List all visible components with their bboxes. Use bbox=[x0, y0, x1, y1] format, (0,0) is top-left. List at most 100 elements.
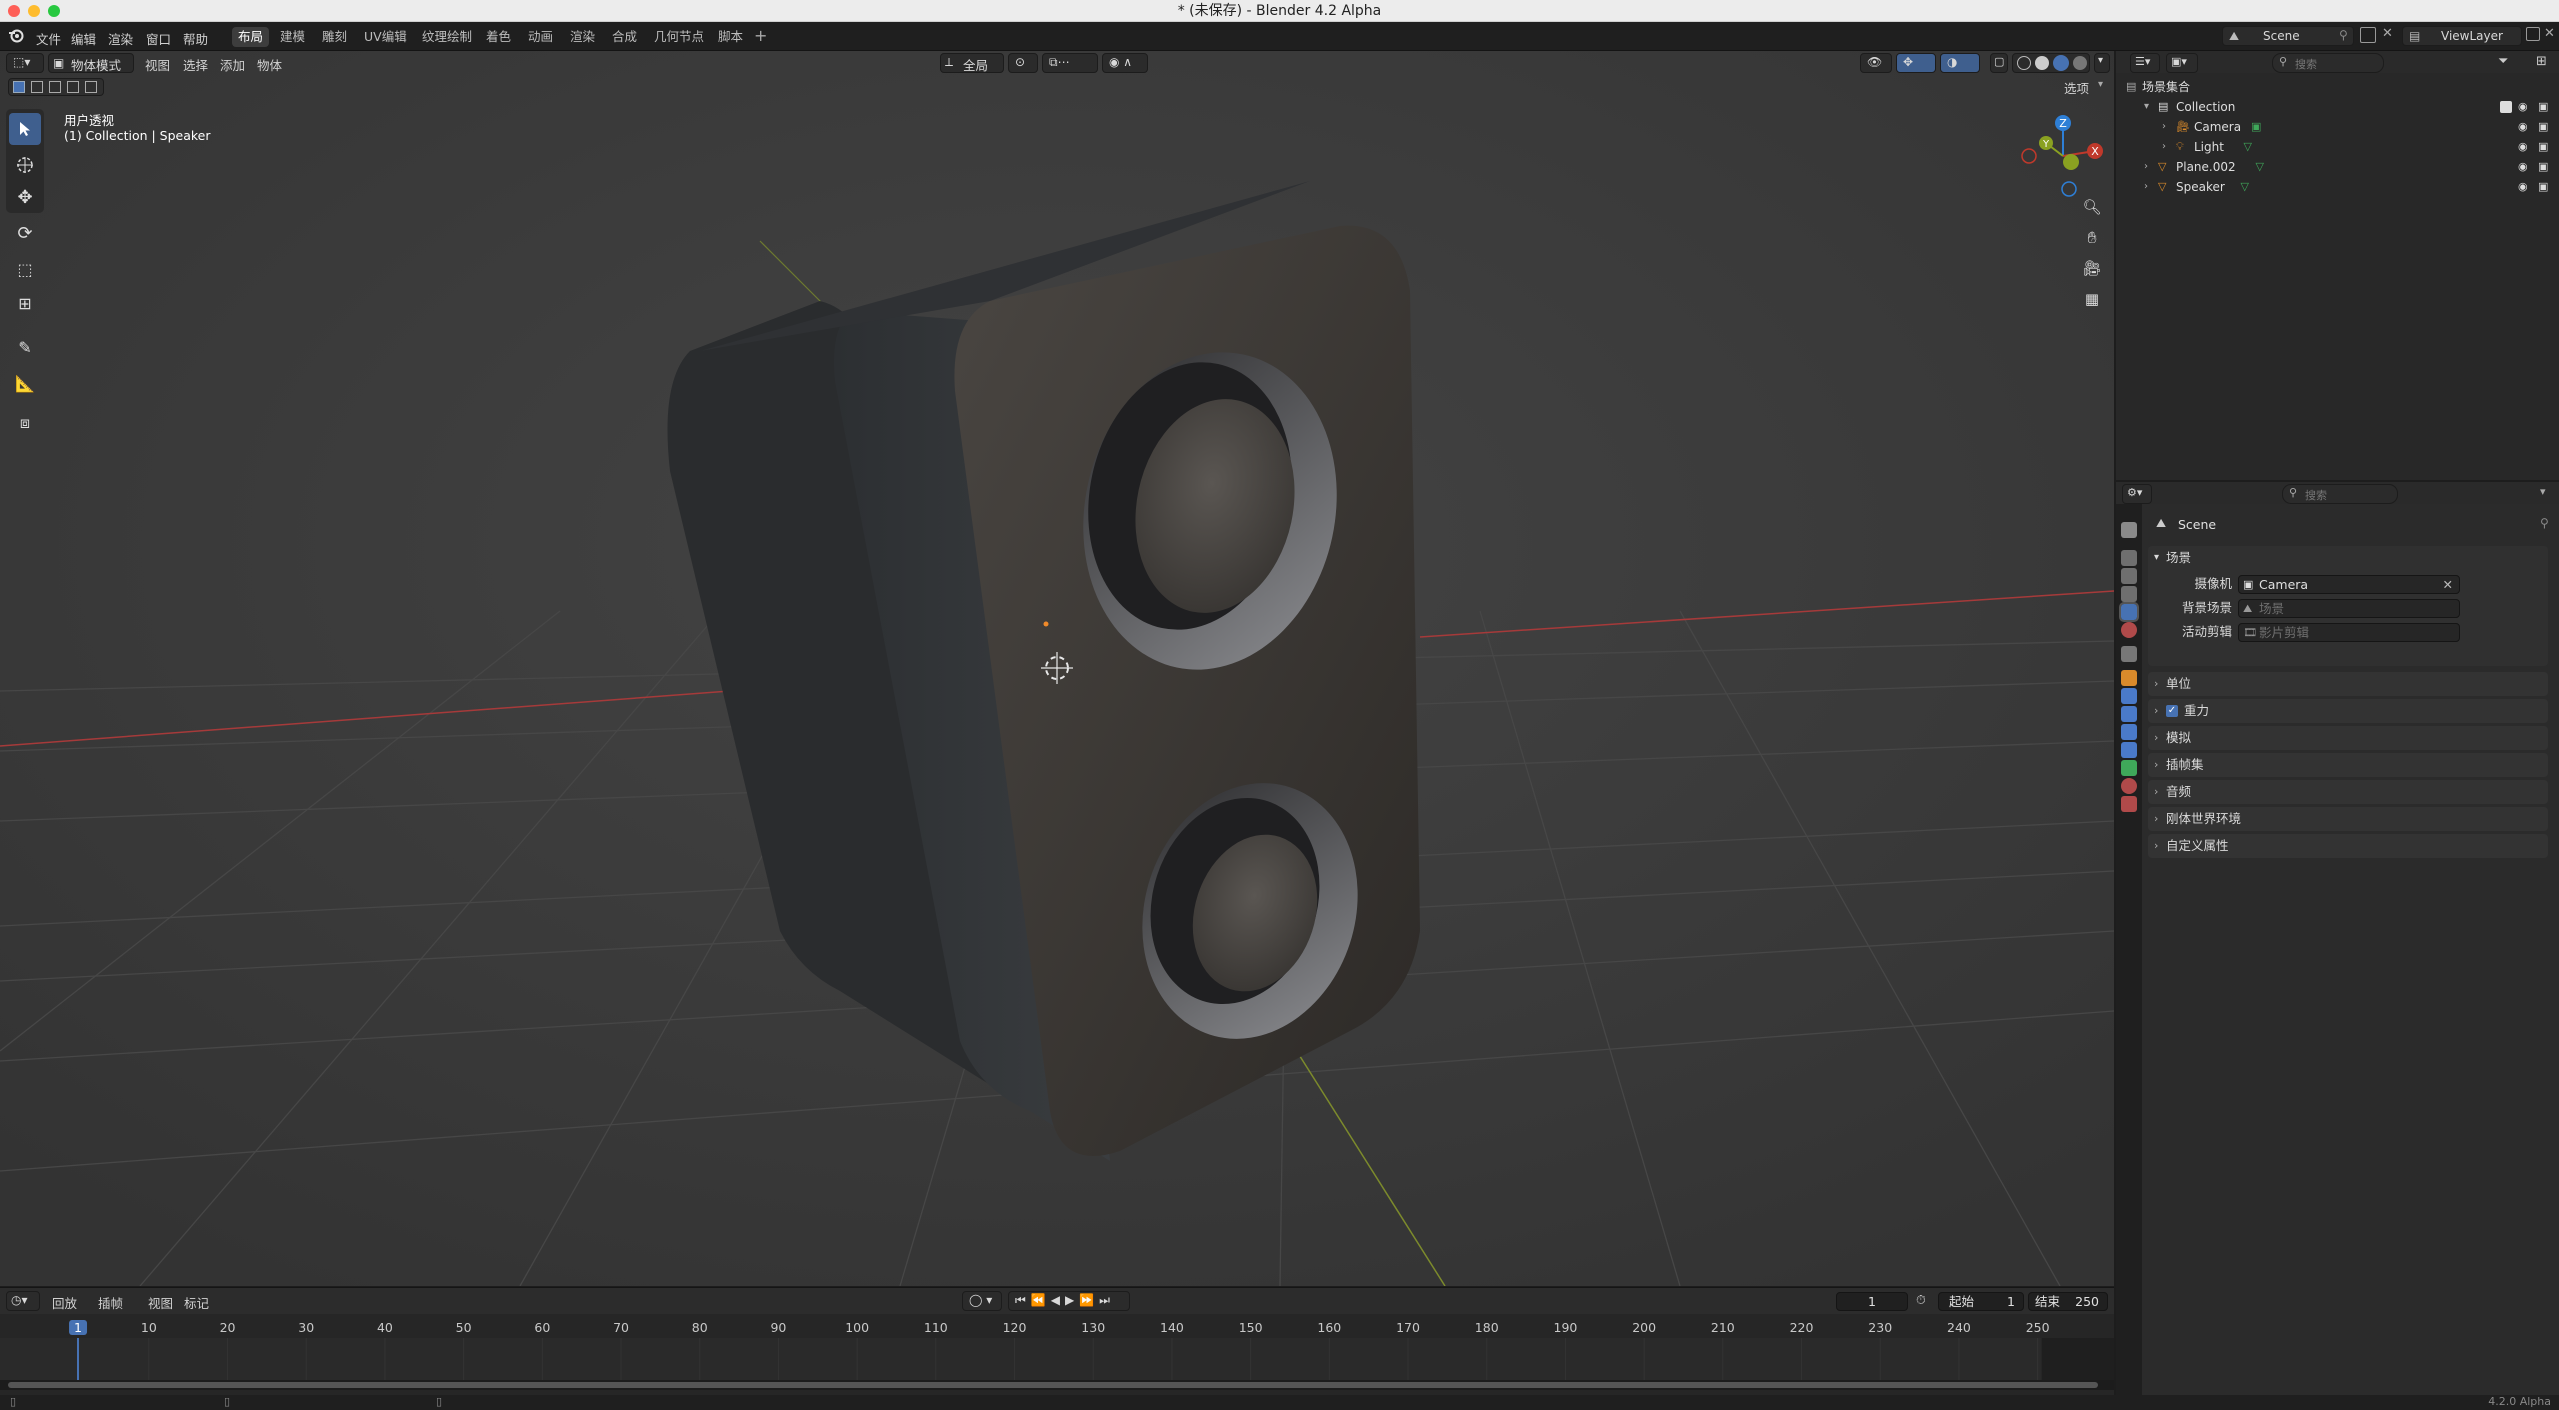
camera-view-button[interactable]: 🎥︎ bbox=[2078, 254, 2106, 282]
clear-icon[interactable]: ✕ bbox=[2443, 576, 2453, 593]
view-layer-tab-icon[interactable] bbox=[2121, 586, 2137, 602]
data-tab-icon[interactable] bbox=[2121, 760, 2137, 776]
menu-marker[interactable]: 标记 bbox=[184, 1293, 209, 1312]
tab-scripting[interactable]: 脚本 bbox=[712, 27, 749, 47]
tab-texture-paint[interactable]: 纹理绘制 bbox=[416, 27, 478, 47]
snap-button[interactable]: ⧉⋯ bbox=[1042, 53, 1098, 73]
timeline-editor-type-button[interactable]: ◷▾ bbox=[6, 1291, 40, 1311]
object-tab-icon[interactable] bbox=[2121, 670, 2137, 686]
scene-tab-icon[interactable] bbox=[2119, 602, 2139, 622]
outliner-search-input[interactable]: ⚲ 搜索 bbox=[2272, 53, 2384, 73]
pin-icon[interactable]: ⚲ bbox=[2540, 516, 2549, 530]
active-clip-field[interactable]: 🎞︎ 影片剪辑 bbox=[2238, 623, 2460, 642]
menu-help[interactable]: 帮助 bbox=[183, 29, 208, 48]
menu-keying[interactable]: 插帧 bbox=[98, 1293, 123, 1312]
timeline-scrollbar[interactable] bbox=[0, 1380, 2114, 1390]
wireframe-shading-icon[interactable] bbox=[2017, 56, 2031, 70]
remove-scene-icon[interactable]: ✕ bbox=[2382, 26, 2393, 41]
new-viewlayer-icon[interactable] bbox=[2526, 27, 2540, 41]
render-visibility-icon[interactable]: ▣ bbox=[2538, 157, 2548, 177]
close-window-button[interactable] bbox=[8, 5, 20, 17]
eye-icon[interactable]: ◉ bbox=[2518, 177, 2528, 197]
panel-4[interactable]: › 音频 bbox=[2148, 780, 2548, 804]
eye-icon[interactable]: ◉ bbox=[2518, 137, 2528, 157]
shading-buttons[interactable] bbox=[2012, 53, 2090, 73]
select-subtract-icon[interactable] bbox=[49, 81, 61, 93]
solid-shading-icon[interactable] bbox=[2035, 56, 2049, 70]
add-cube-tool[interactable]: ⧈ bbox=[9, 407, 41, 439]
viewlayer-selector[interactable]: ▤ ViewLayer bbox=[2402, 26, 2522, 46]
select-invert-icon[interactable] bbox=[67, 81, 79, 93]
outliner-root[interactable]: ▤ 场景集合 bbox=[2116, 77, 2559, 97]
object-data-icon[interactable]: ▣ bbox=[2251, 117, 2261, 137]
chevron-right-icon[interactable]: › bbox=[2144, 177, 2148, 197]
exclude-checkbox[interactable] bbox=[2500, 101, 2512, 113]
material-tab-icon[interactable] bbox=[2121, 778, 2137, 794]
tab-sculpting[interactable]: 雕刻 bbox=[316, 27, 353, 47]
proportional-edit-button[interactable]: ◉ ∧ bbox=[1102, 53, 1148, 73]
panel-1[interactable]: › ✓ 重力 bbox=[2148, 699, 2548, 723]
navigation-gizmo[interactable]: Z X Y bbox=[2018, 111, 2108, 201]
panel-5[interactable]: › 刚体世界环境 bbox=[2148, 807, 2548, 831]
select-extend-icon[interactable] bbox=[31, 81, 43, 93]
select-intersect-icon[interactable] bbox=[85, 81, 97, 93]
scene-panel-header[interactable]: ▾ 场景 bbox=[2148, 546, 2548, 570]
chevron-down-icon[interactable]: ▾ bbox=[2098, 79, 2103, 90]
measure-tool[interactable]: 📐 bbox=[9, 367, 41, 399]
particles-tab-icon[interactable] bbox=[2121, 706, 2137, 722]
panel-0[interactable]: › 单位 bbox=[2148, 672, 2548, 696]
zoom-button[interactable]: 🔍︎ bbox=[2078, 193, 2106, 221]
camera-field[interactable]: ▣ Camera ✕ bbox=[2238, 575, 2460, 594]
world-tab-icon[interactable] bbox=[2121, 622, 2137, 638]
tab-layout[interactable]: 布局 bbox=[232, 27, 270, 47]
scale-tool[interactable]: ⬚ bbox=[9, 253, 41, 285]
display-mode-button[interactable]: ▣▾ bbox=[2166, 53, 2198, 73]
tab-shading[interactable]: 着色 bbox=[480, 27, 517, 47]
neg-z-handle[interactable] bbox=[2061, 181, 2077, 197]
material-shading-icon[interactable] bbox=[2053, 55, 2069, 71]
object-data-icon[interactable]: ▽ bbox=[2256, 157, 2264, 177]
pan-button[interactable]: ✋︎ bbox=[2078, 224, 2106, 252]
neg-y-handle[interactable] bbox=[2063, 154, 2079, 170]
pin-icon[interactable]: ⚲ bbox=[2339, 28, 2348, 42]
gizmo-toggle-button[interactable]: ✥ bbox=[1896, 53, 1936, 73]
rotate-tool[interactable]: ⟳ bbox=[9, 217, 41, 249]
panel-2[interactable]: › 模拟 bbox=[2148, 726, 2548, 750]
menu-playback[interactable]: 回放 bbox=[52, 1293, 77, 1312]
render-visibility-icon[interactable]: ▣ bbox=[2538, 137, 2548, 157]
start-frame-field[interactable]: 起始 1 bbox=[1938, 1292, 2024, 1311]
annotate-tool[interactable]: ✎ bbox=[9, 331, 41, 363]
tab-uv-editing[interactable]: UV编辑 bbox=[358, 27, 413, 47]
eye-icon[interactable]: ◉ bbox=[2518, 117, 2528, 137]
stopwatch-icon[interactable]: ⏱ bbox=[1916, 1292, 1926, 1308]
modifier-tab-icon[interactable] bbox=[2121, 688, 2137, 704]
select-box-tool[interactable] bbox=[9, 113, 41, 145]
scrollbar-thumb[interactable] bbox=[8, 1382, 2098, 1388]
menu-view[interactable]: 视图 bbox=[145, 55, 170, 74]
frames-area[interactable] bbox=[0, 1338, 2559, 1384]
shading-options-button[interactable]: ▾ bbox=[2094, 53, 2110, 73]
selection-mode-buttons[interactable] bbox=[8, 78, 104, 96]
playback-controls[interactable]: ⏮⏪◀▶⏩⏭ bbox=[1008, 1291, 1130, 1311]
object-data-icon[interactable]: ▽ bbox=[2241, 177, 2249, 197]
overlays-toggle-button[interactable]: ◑ bbox=[1940, 53, 1980, 73]
chevron-right-icon[interactable]: › bbox=[2162, 137, 2166, 157]
properties-editor-type-button[interactable]: ⚙▾ bbox=[2122, 484, 2152, 504]
collection-tab-icon[interactable] bbox=[2121, 646, 2137, 662]
outliner-item-camera[interactable]: › 🎥︎ Camera ▣ ◉ ▣ bbox=[2116, 117, 2559, 137]
viewport-options-button[interactable]: 选项 bbox=[2064, 78, 2089, 97]
minimize-window-button[interactable] bbox=[28, 5, 40, 17]
physics-tab-icon[interactable] bbox=[2121, 724, 2137, 740]
menu-add[interactable]: 添加 bbox=[220, 55, 245, 74]
chevron-down-icon[interactable]: ▾ bbox=[2144, 97, 2149, 117]
transform-tool[interactable]: ⊞ bbox=[9, 287, 41, 319]
remove-viewlayer-icon[interactable]: ✕ bbox=[2544, 26, 2555, 41]
end-frame-field[interactable]: 结束 250 bbox=[2028, 1292, 2108, 1311]
ortho-toggle-button[interactable]: ▦ bbox=[2078, 285, 2106, 313]
eye-icon[interactable]: ◉ bbox=[2518, 157, 2528, 177]
tab-geometry-nodes[interactable]: 几何节点 bbox=[648, 27, 710, 47]
menu-timeline-view[interactable]: 视图 bbox=[148, 1293, 173, 1312]
rendered-shading-icon[interactable] bbox=[2073, 56, 2087, 70]
tab-rendering[interactable]: 渲染 bbox=[564, 27, 601, 47]
filter-icon[interactable]: ⏷ bbox=[2498, 54, 2508, 69]
